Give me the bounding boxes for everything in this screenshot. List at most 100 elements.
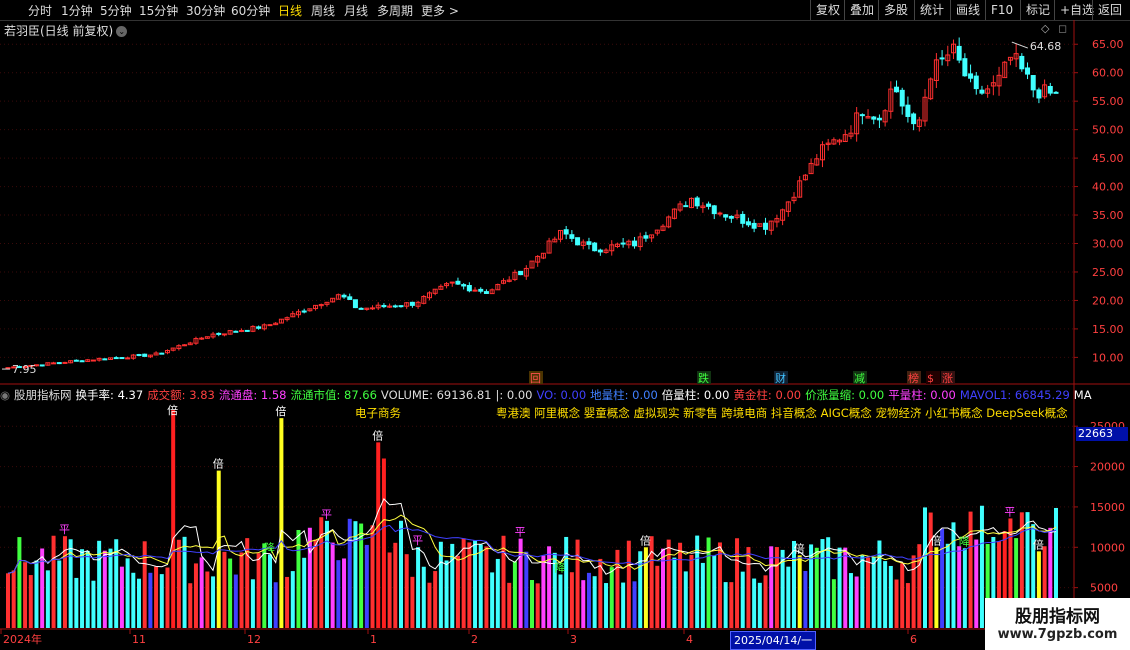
volume-bar xyxy=(695,535,700,628)
volume-bar xyxy=(188,583,193,628)
volume-bar xyxy=(17,537,22,628)
volume-bar xyxy=(57,560,62,628)
volume-tick-label: 10000 xyxy=(1090,541,1125,554)
event-marker[interactable]: 涨 xyxy=(942,372,953,385)
candle-body xyxy=(370,307,376,310)
volume-bar xyxy=(6,573,10,628)
volume-bar xyxy=(689,554,694,628)
volume-bar-label: 倍 xyxy=(794,541,805,555)
x-axis-label: 12 xyxy=(247,633,261,646)
candle-body xyxy=(694,197,700,207)
event-marker[interactable]: $ xyxy=(927,372,934,385)
watermark-title: 股朋指标网 xyxy=(1015,607,1100,627)
volume-bar xyxy=(34,560,39,628)
volume-ma-line-10 xyxy=(7,514,1057,574)
candle-body xyxy=(267,324,273,327)
sub-chart-header: ◉ 股朋指标网 换手率: 4.37 成交额: 3.83 流通盘: 1.58 流通市值: 8… xyxy=(0,387,1096,402)
volume-bar xyxy=(370,525,375,628)
indicator-value-3: 流通盘: 1.58 xyxy=(218,388,287,402)
volume-bar xyxy=(393,542,398,628)
candle-body xyxy=(221,333,227,336)
volume-bar xyxy=(171,410,176,628)
event-marker[interactable]: 财 xyxy=(775,371,786,385)
event-marker[interactable]: 减 xyxy=(854,372,865,385)
candle-body xyxy=(728,215,734,219)
candle-body xyxy=(233,330,239,333)
volume-bar-label: 倍 xyxy=(213,457,224,471)
volume-bar xyxy=(547,546,552,628)
event-marker[interactable]: 榜 xyxy=(908,371,919,385)
volume-bar xyxy=(347,518,352,628)
volume-bar xyxy=(23,562,28,628)
volume-bar xyxy=(11,570,16,628)
current-volume-label: 22663 xyxy=(1076,427,1128,441)
candle-body xyxy=(159,352,165,355)
volume-bar xyxy=(558,574,563,628)
candle-body xyxy=(745,221,751,226)
price-tick-label: 40.00 xyxy=(1092,181,1124,194)
volume-bar xyxy=(376,442,381,628)
chart-canvas[interactable]: 65.00 60.00 55.00 50.00 45.00 40.00 35.00 30.00… xyxy=(0,0,1130,650)
candle-body xyxy=(632,240,638,247)
volume-bar xyxy=(211,576,216,628)
high-price-label: 64.68 xyxy=(1030,40,1062,53)
candle-body xyxy=(717,212,723,215)
event-marker[interactable]: 回 xyxy=(530,372,541,385)
event-marker[interactable]: 跌 xyxy=(698,371,709,385)
volume-bar-label: 倍 xyxy=(167,403,178,417)
volume-bar xyxy=(495,558,500,628)
volume-bar xyxy=(45,570,50,628)
volume-bar xyxy=(535,583,540,628)
volume-bar xyxy=(364,544,369,628)
volume-bar xyxy=(353,521,358,628)
candle-body xyxy=(597,249,603,253)
volume-bar xyxy=(592,576,597,628)
volume-bar xyxy=(626,540,631,628)
volume-bar xyxy=(598,558,603,628)
volume-bar xyxy=(233,574,238,628)
volume-bar xyxy=(957,546,962,628)
candle-body xyxy=(244,329,250,332)
volume-bar-label: 降 xyxy=(554,560,565,574)
watermark: 股朋指标网 www.7gpzb.com xyxy=(985,598,1130,650)
volume-bar xyxy=(484,546,489,628)
price-tick-label: 60.00 xyxy=(1092,67,1124,80)
candle-body xyxy=(911,113,917,125)
volume-bar xyxy=(410,576,415,628)
candle-body xyxy=(51,362,57,365)
candle-body xyxy=(216,332,222,335)
volume-bar xyxy=(934,547,939,628)
candle-body xyxy=(301,310,307,313)
candle-body xyxy=(563,229,569,235)
indicator-value-6: |: 0.00 xyxy=(495,388,533,402)
volume-bar xyxy=(154,566,159,628)
volume-bar-label: 平 xyxy=(515,526,526,539)
volume-bar xyxy=(427,582,432,628)
volume-bar xyxy=(723,582,728,628)
indicator-value-1: 换手率: 4.37 xyxy=(75,388,144,402)
volume-bar xyxy=(769,546,774,628)
x-axis-label: 2 xyxy=(471,633,478,646)
volume-bar xyxy=(649,536,654,628)
indicator-menu-icon[interactable]: ◉ xyxy=(0,388,10,402)
candle-body xyxy=(569,234,575,239)
volume-bar xyxy=(757,582,762,628)
volume-bar xyxy=(604,583,609,628)
volume-bar xyxy=(125,558,130,628)
volume-bar xyxy=(774,547,779,628)
candle-body xyxy=(751,222,757,229)
volume-bar xyxy=(683,571,688,628)
volume-bar xyxy=(119,566,124,628)
candle-body xyxy=(586,241,592,245)
candle-body xyxy=(347,296,353,300)
candle-body xyxy=(182,344,188,347)
volume-bar xyxy=(717,542,722,628)
volume-bar xyxy=(74,577,79,628)
volume-ma-line-20 xyxy=(7,524,1057,574)
indicator-value-4: 流通市值: 87.66 xyxy=(290,388,377,402)
volume-bar xyxy=(541,555,546,628)
candle-body xyxy=(398,305,404,308)
candle-body xyxy=(56,362,62,365)
volume-bar xyxy=(51,535,56,628)
candle-body xyxy=(73,359,79,362)
